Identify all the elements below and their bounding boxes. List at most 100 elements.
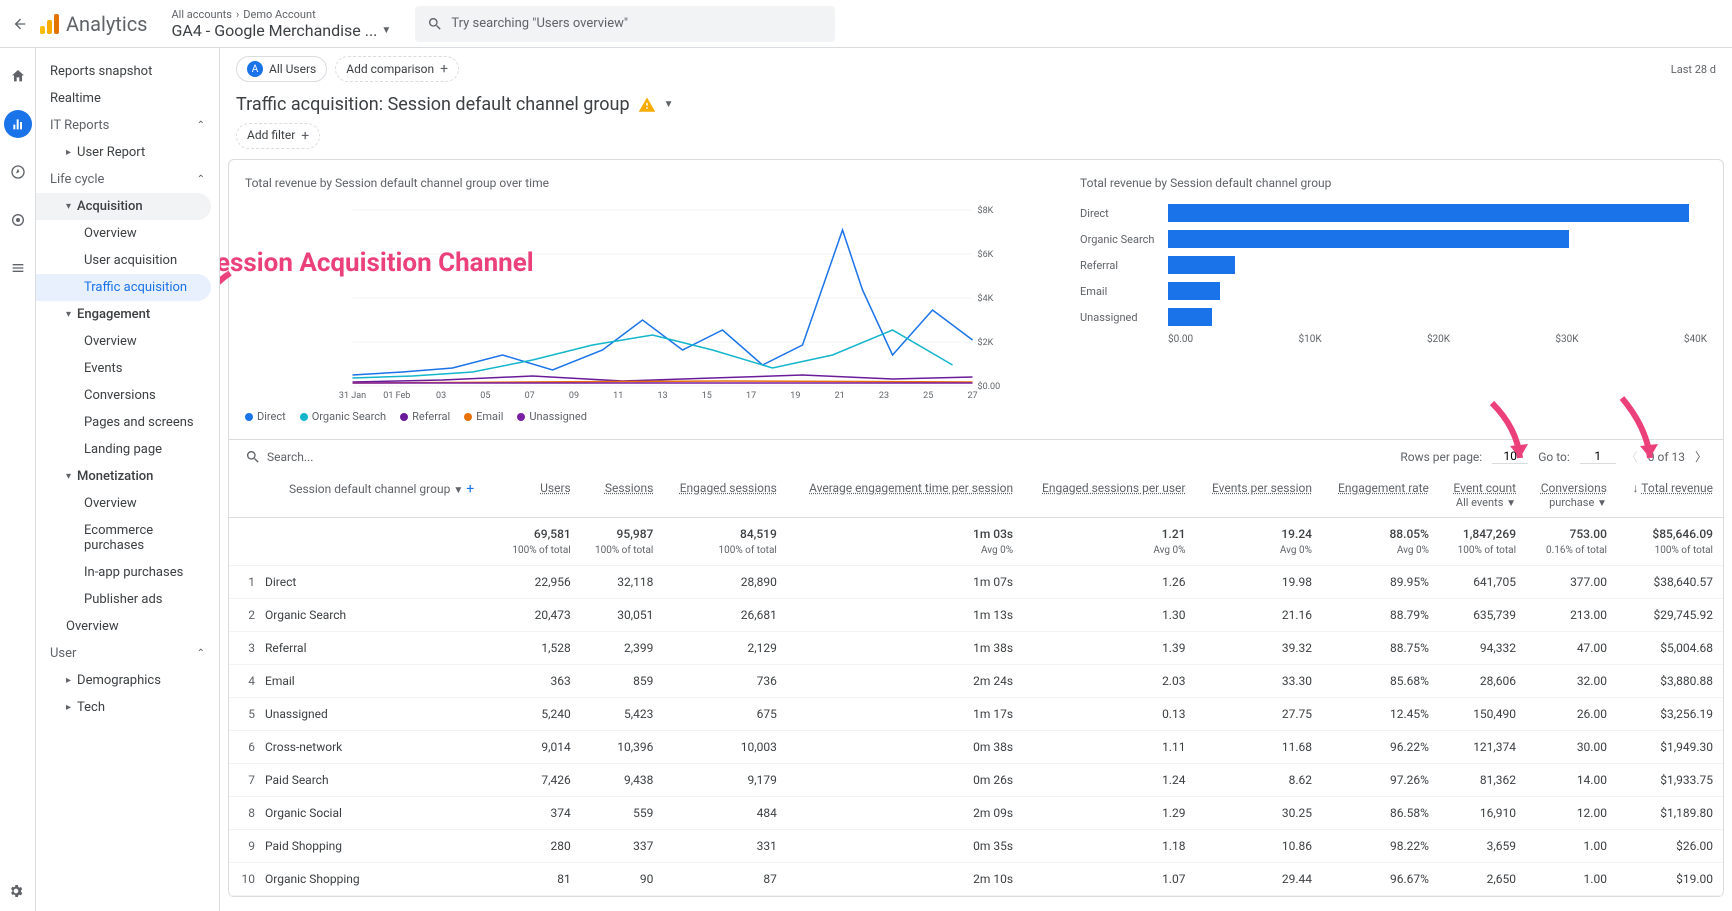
sidebar-item-eng-overview[interactable]: Overview — [36, 328, 219, 355]
sidebar-item-acq-overview[interactable]: Overview — [36, 220, 219, 247]
search-box[interactable]: Try searching "Users overview" — [415, 6, 835, 42]
goto-input[interactable] — [1580, 449, 1616, 464]
sidebar-item-engagement[interactable]: ▾Engagement — [36, 301, 219, 328]
sidebar-item-user-report[interactable]: ▸User Report — [36, 139, 219, 166]
svg-text:11: 11 — [613, 391, 623, 400]
table-row[interactable]: 5Unassigned5,2405,4236751m 17s0.1327.751… — [229, 698, 1723, 731]
warning-icon[interactable] — [638, 96, 656, 114]
rail-advertising[interactable] — [4, 206, 32, 234]
pager-next[interactable]: 〉 — [1695, 448, 1707, 465]
legend-item[interactable]: Referral — [400, 410, 450, 423]
chevron-down-icon: ▼ — [1597, 498, 1607, 509]
col-total-revenue[interactable]: ↓ Total revenue — [1617, 473, 1723, 518]
summary-row: 69,58195,98784,5191m 03s1.2119.2488.05%1… — [229, 518, 1723, 546]
triangle-right-icon: ▸ — [66, 702, 71, 713]
table-row[interactable]: 7Paid Search7,4269,4389,1790m 26s1.248.6… — [229, 764, 1723, 797]
bar-fill[interactable] — [1168, 308, 1212, 326]
table-row[interactable]: 1Direct22,95632,11828,8901m 07s1.2619.98… — [229, 566, 1723, 599]
bar-row: Referral — [1080, 252, 1707, 278]
legend-item[interactable]: Email — [464, 410, 503, 423]
col-engagement-rate[interactable]: Engagement rate — [1322, 473, 1439, 518]
sidebar-item-tech[interactable]: ▸Tech — [36, 694, 219, 721]
sidebar-section-user[interactable]: User⌃ — [36, 640, 219, 667]
rows-per-page-input[interactable] — [1492, 449, 1528, 464]
sidebar-item-mon-overview[interactable]: Overview — [36, 490, 219, 517]
col-avg-engagement[interactable]: Average engagement time per session — [787, 473, 1023, 518]
table-row[interactable]: 10Organic Shopping8190872m 10s1.0729.449… — [229, 863, 1723, 896]
svg-text:$2K: $2K — [978, 337, 994, 348]
dimension-value: Referral — [265, 641, 307, 655]
table-row[interactable]: 6Cross-network9,01410,39610,0030m 38s1.1… — [229, 731, 1723, 764]
table-search[interactable]: Search... — [245, 449, 1392, 465]
col-events-per-session[interactable]: Events per session — [1195, 473, 1322, 518]
triangle-right-icon: ▸ — [66, 675, 71, 686]
sidebar-item-pages[interactable]: Pages and screens — [36, 409, 219, 436]
plus-icon: + — [440, 61, 448, 77]
add-filter-chip[interactable]: Add filter+ — [236, 123, 320, 149]
col-users[interactable]: Users — [498, 473, 581, 518]
report-title: Traffic acquisition: Session default cha… — [236, 94, 630, 115]
table-row[interactable]: 9Paid Shopping2803373310m 35s1.1810.8698… — [229, 830, 1723, 863]
list-icon — [10, 260, 26, 276]
table-toolbar: Search... Rows per page: Go to: 〈 0 of 1… — [229, 439, 1723, 473]
sidebar-item-events[interactable]: Events — [36, 355, 219, 382]
chip-all-users[interactable]: AAll Users — [236, 56, 327, 82]
legend-item[interactable]: Organic Search — [300, 410, 386, 423]
sidebar-item-demographics[interactable]: ▸Demographics — [36, 667, 219, 694]
sidebar-item-snapshot[interactable]: Reports snapshot — [36, 58, 219, 85]
sidebar-section-lifecycle[interactable]: Life cycle⌃ — [36, 166, 219, 193]
sidebar-item-conversions[interactable]: Conversions — [36, 382, 219, 409]
sidebar-item-user-acquisition[interactable]: User acquisition — [36, 247, 219, 274]
reports-icon — [10, 116, 26, 132]
col-sessions[interactable]: Sessions — [581, 473, 664, 518]
triangle-down-icon: ▾ — [66, 309, 71, 320]
legend-item[interactable]: Unassigned — [517, 410, 587, 423]
rail-explore[interactable] — [4, 158, 32, 186]
sidebar-item-publisher-ads[interactable]: Publisher ads — [36, 586, 219, 613]
dimension-header[interactable]: Session default channel group ▼ + — [229, 473, 498, 518]
date-range-label[interactable]: Last 28 d — [1671, 63, 1716, 76]
rail-home[interactable] — [4, 62, 32, 90]
report-card: Total revenue by Session default channel… — [228, 159, 1724, 897]
rail-reports[interactable] — [4, 110, 32, 138]
account-switcher[interactable]: All accounts › Demo Account GA4 - Google… — [172, 8, 392, 40]
bar-fill[interactable] — [1168, 256, 1235, 274]
col-event-count[interactable]: Event countAll events ▼ — [1439, 473, 1526, 518]
table-row[interactable]: 4Email3638597362m 24s2.0333.3085.68%28,6… — [229, 665, 1723, 698]
dimension-value: Unassigned — [265, 707, 328, 721]
chip-add-comparison[interactable]: Add comparison+ — [335, 56, 459, 82]
sidebar-item-monetization[interactable]: ▾Monetization — [36, 463, 219, 490]
table-search-placeholder: Search... — [267, 450, 313, 464]
admin-gear[interactable] — [8, 883, 24, 903]
back-button[interactable] — [8, 12, 32, 36]
col-engaged-per-user[interactable]: Engaged sessions per user — [1023, 473, 1195, 518]
sidebar: Reports snapshot Realtime IT Reports⌃ ▸U… — [36, 48, 220, 911]
sidebar-section-it[interactable]: IT Reports⌃ — [36, 112, 219, 139]
table-row[interactable]: 8Organic Social3745594842m 09s1.2930.258… — [229, 797, 1723, 830]
sidebar-item-inapp[interactable]: In-app purchases — [36, 559, 219, 586]
bar-fill[interactable] — [1168, 230, 1569, 248]
explore-icon — [10, 164, 26, 180]
plus-icon[interactable]: + — [466, 481, 474, 497]
table-row[interactable]: 3Referral1,5282,3992,1291m 38s1.3939.328… — [229, 632, 1723, 665]
col-conversions[interactable]: Conversionspurchase ▼ — [1526, 473, 1617, 518]
arrow-left-icon — [12, 16, 28, 32]
breadcrumb-all: All accounts — [172, 8, 232, 21]
svg-text:09: 09 — [569, 391, 579, 400]
bar-fill[interactable] — [1168, 282, 1220, 300]
sidebar-item-ecommerce[interactable]: Ecommerce purchases — [36, 517, 219, 559]
chevron-down-icon[interactable]: ▼ — [664, 99, 674, 110]
chevron-down-icon: ▼ — [1506, 498, 1516, 509]
pager-prev[interactable]: 〈 — [1626, 448, 1638, 465]
sidebar-item-landing[interactable]: Landing page — [36, 436, 219, 463]
rail-configure[interactable] — [4, 254, 32, 282]
sidebar-item-traffic-acquisition[interactable]: Traffic acquisition — [36, 274, 211, 301]
col-engaged-sessions[interactable]: Engaged sessions — [663, 473, 786, 518]
sidebar-item-acquisition[interactable]: ▾Acquisition — [36, 193, 211, 220]
legend-item[interactable]: Direct — [245, 410, 286, 423]
bar-fill[interactable] — [1168, 204, 1689, 222]
table-row[interactable]: 2Organic Search20,47330,05126,6811m 13s1… — [229, 599, 1723, 632]
dimension-value: Paid Shopping — [265, 839, 342, 853]
sidebar-item-realtime[interactable]: Realtime — [36, 85, 219, 112]
sidebar-item-overview[interactable]: Overview — [36, 613, 219, 640]
